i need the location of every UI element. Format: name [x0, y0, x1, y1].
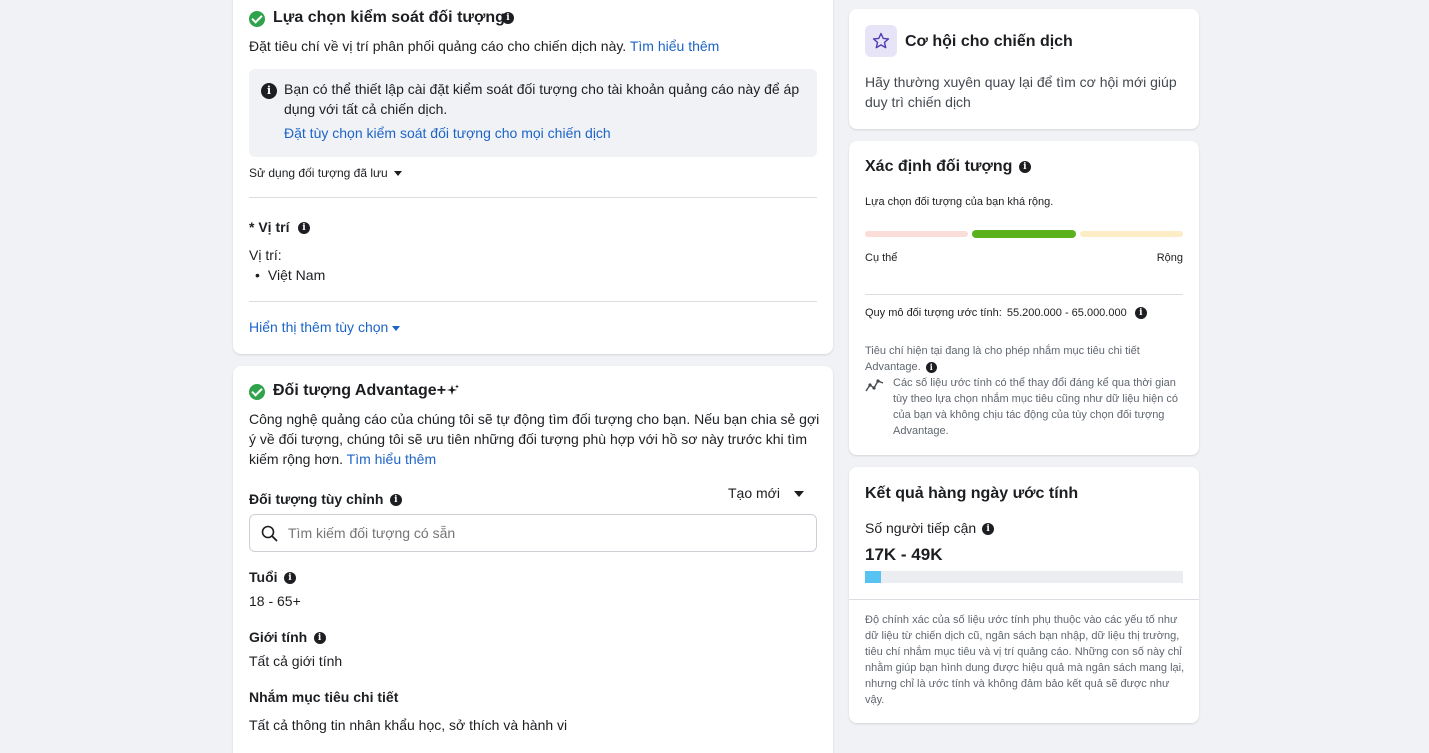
advantage-note: Tiêu chí hiện tại đang là cho phép nhắm …: [865, 343, 1183, 375]
reach-heading: Số người tiếp cận i: [865, 520, 995, 536]
section-title: Đối tượng Advantage+: [273, 382, 447, 399]
audience-definition-card: Xác định đối tượng i Lựa chọn đối tượng …: [849, 141, 1199, 455]
detailed-targeting-label: Nhắm mục tiêu chi tiết: [249, 689, 399, 705]
info-icon[interactable]: i: [389, 493, 402, 506]
age-value: 18 - 65+: [249, 593, 301, 609]
notice-link[interactable]: Đặt tùy chọn kiểm soát đối tượng cho mọi…: [284, 125, 611, 141]
info-icon[interactable]: i: [283, 571, 296, 584]
reach-bar-fill: [865, 571, 881, 583]
custom-audience-heading: Đối tượng tùy chỉnh i: [249, 491, 402, 509]
check-icon: [249, 384, 265, 400]
section-description: Công nghệ quảng cáo của chúng tôi sẽ tự …: [249, 409, 821, 469]
info-circle-icon: i: [261, 83, 277, 99]
create-new-label: Tạo mới: [728, 485, 780, 501]
saved-audience-label: Sử dụng đối tượng đã lưu: [249, 166, 388, 180]
gender-label: Giới tính: [249, 629, 308, 645]
detailed-targeting-value: Tất cả thông tin nhân khẩu học, sở thích…: [249, 717, 568, 733]
chevron-down-icon: [793, 491, 804, 498]
meter-segment-broad: [1080, 231, 1183, 237]
reach-bar: [865, 571, 1183, 583]
saved-audience-dropdown[interactable]: Sử dụng đối tượng đã lưu: [249, 166, 402, 180]
info-icon[interactable]: i: [1134, 307, 1147, 320]
daily-results-title: Kết quả hàng ngày ước tính: [865, 485, 1079, 502]
definition-subtitle: Lựa chọn đối tượng của bạn khá rộng.: [865, 196, 1054, 208]
audience-controls-card: Lựa chọn kiểm soát đối tượng i Đặt tiêu …: [233, 0, 833, 354]
location-heading: * Vị trí i: [249, 219, 310, 237]
divider: [249, 197, 817, 198]
location-value: Việt Nam: [267, 267, 326, 283]
location-item: • Việt Nam: [255, 265, 325, 285]
learn-more-link[interactable]: Tìm hiểu thêm: [347, 451, 436, 467]
learn-more-link[interactable]: Tìm hiểu thêm: [630, 38, 719, 54]
create-new-dropdown[interactable]: Tạo mới: [728, 485, 804, 501]
section-description: Đặt tiêu chí về vị trí phân phối quảng c…: [249, 36, 719, 56]
chevron-down-icon: [393, 171, 402, 177]
gender-heading: Giới tính i: [249, 629, 326, 647]
meter-segment-active: [972, 230, 1076, 238]
gender-value: Tất cả giới tính: [249, 653, 343, 669]
info-icon[interactable]: i: [1018, 160, 1031, 173]
opportunity-text: Hãy thường xuyên quay lại để tìm cơ hội …: [865, 74, 1177, 110]
meter-segment-specific: [865, 231, 968, 237]
opportunity-card: Cơ hội cho chiến dịch Hãy thường xuyên q…: [849, 9, 1199, 129]
audience-meter: [865, 230, 1183, 238]
chevron-down-icon: [392, 325, 401, 331]
sparkle-icon: [447, 384, 459, 395]
meter-label-broad: Rộng: [1156, 252, 1183, 264]
audience-size-row: Quy mô đối tượng ước tính: 55.200.000 - …: [865, 307, 1147, 320]
location-sub-label: Vị trí:: [249, 247, 282, 263]
divider: [249, 301, 817, 302]
estimate-note: Các số liệu ước tính có thể thay đổi đán…: [893, 377, 1179, 437]
reach-value: 17K - 49K: [865, 545, 943, 564]
advantage-note-text: Tiêu chí hiện tại đang là cho phép nhắm …: [865, 345, 1140, 373]
info-icon[interactable]: i: [297, 221, 310, 234]
section-title: Lựa chọn kiểm soát đối tượng: [273, 9, 505, 26]
show-more-options-link[interactable]: Hiển thị thêm tùy chọn: [249, 319, 401, 335]
info-icon[interactable]: i: [502, 12, 514, 24]
opportunity-title: Cơ hội cho chiến dịch: [905, 33, 1073, 50]
divider: [865, 294, 1183, 295]
notice-text: Bạn có thể thiết lập cài đặt kiểm soát đ…: [284, 81, 800, 117]
age-label: Tuổi: [249, 569, 278, 585]
meter-label-specific: Cụ thể: [865, 252, 898, 264]
bullet: •: [255, 267, 260, 283]
definition-title: Xác định đối tượng: [865, 158, 1013, 175]
definition-heading: Xác định đối tượng i: [865, 158, 1031, 176]
show-more-label: Hiển thị thêm tùy chọn: [249, 319, 389, 335]
reach-label: Số người tiếp cận: [865, 520, 977, 536]
check-icon: [249, 11, 265, 27]
custom-audience-label: Đối tượng tùy chỉnh: [249, 491, 384, 507]
star-icon: [872, 32, 890, 49]
age-heading: Tuổi i: [249, 569, 296, 587]
info-icon[interactable]: i: [982, 523, 995, 536]
accuracy-disclaimer: Độ chính xác của số liệu ước tính phụ th…: [865, 614, 1185, 706]
audience-size-label: Quy mô đối tượng ước tính:: [865, 307, 1002, 319]
search-icon: [261, 525, 278, 542]
info-icon[interactable]: i: [313, 631, 326, 644]
advantage-audience-card: Đối tượng Advantage+ Công nghệ quảng cáo…: [233, 366, 833, 753]
star-icon-box: [865, 25, 897, 57]
notice-box: i Bạn có thể thiết lập cài đặt kiểm soát…: [249, 69, 817, 157]
info-icon[interactable]: i: [925, 361, 937, 373]
audience-size-value: 55.200.000 - 65.000.000: [1006, 307, 1127, 319]
description-text: Đặt tiêu chí về vị trí phân phối quảng c…: [249, 38, 627, 54]
description-text: Công nghệ quảng cáo của chúng tôi sẽ tự …: [249, 411, 820, 467]
search-input[interactable]: [288, 523, 788, 543]
audience-search-field[interactable]: [249, 514, 817, 552]
divider: [849, 599, 1199, 600]
trend-icon: [865, 379, 884, 392]
daily-results-card: Kết quả hàng ngày ước tính Số người tiếp…: [849, 467, 1199, 723]
location-label: * Vị trí: [249, 219, 290, 235]
